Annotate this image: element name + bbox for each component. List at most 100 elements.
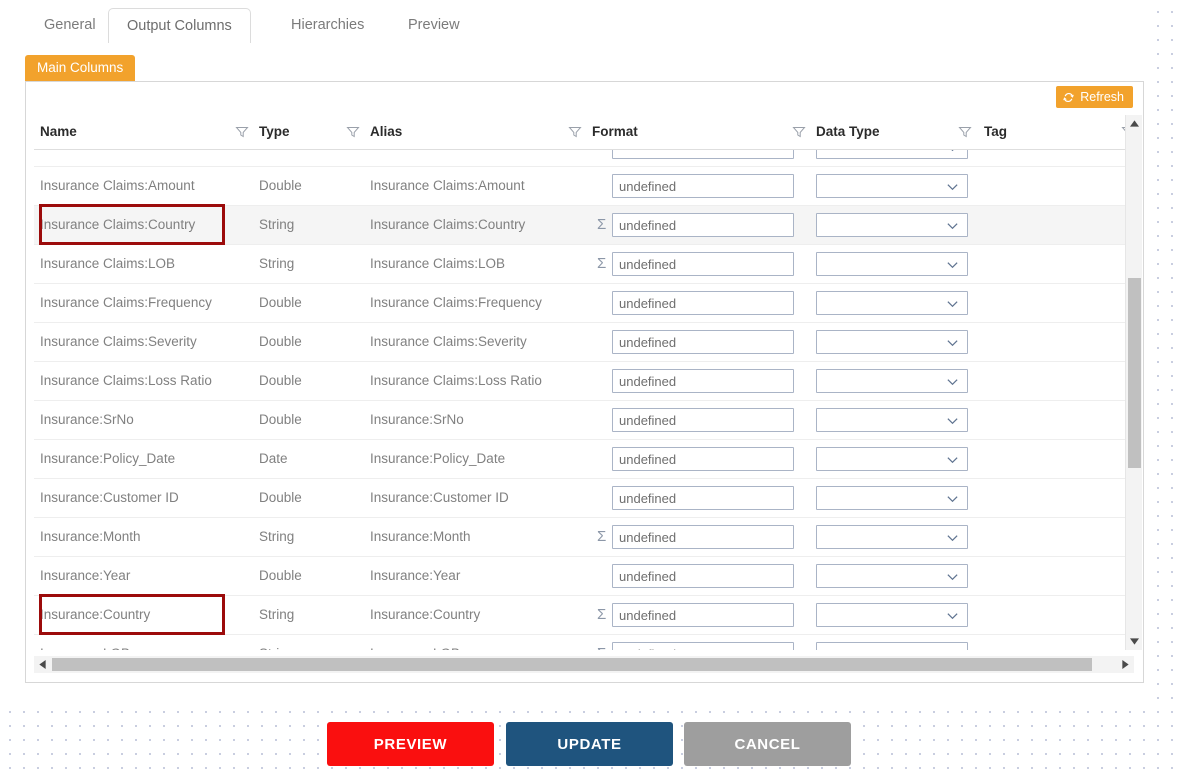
- table-row[interactable]: Insurance Claims:Loss Ratio Double Insuran…: [34, 362, 1134, 401]
- vertical-scrollbar-thumb[interactable]: [1128, 278, 1141, 468]
- table-row[interactable]: Insurance Claims:Severity Double Insurance…: [34, 323, 1134, 362]
- format-input[interactable]: [612, 447, 794, 471]
- format-input[interactable]: [612, 291, 794, 315]
- cell-name: Insurance Claims:Country: [40, 217, 196, 232]
- chevron-down-icon: [946, 375, 959, 388]
- cell-type: Double: [259, 412, 302, 427]
- cell-alias: Insurance Claims:Severity: [370, 334, 527, 349]
- table-row[interactable]: Insurance:Policy_Date Date Insurance:Polic…: [34, 440, 1134, 479]
- column-header-alias[interactable]: Alias: [370, 115, 402, 149]
- format-input[interactable]: [612, 252, 794, 276]
- table-row[interactable]: Insurance:SrNo Double Insurance:SrNo: [34, 401, 1134, 440]
- data-type-select[interactable]: [816, 564, 968, 588]
- tab-preview[interactable]: Preview: [390, 8, 478, 43]
- cell-type: Double: [259, 178, 302, 193]
- cell-alias: Insurance Claims:Loss Ratio: [370, 373, 542, 388]
- format-input[interactable]: [612, 642, 794, 650]
- page-background: General Output Columns Hierarchies Previ…: [0, 0, 1179, 774]
- chevron-down-icon: [946, 180, 959, 193]
- table-row[interactable]: Insurance:Year Double Insurance:Year: [34, 557, 1134, 596]
- data-type-select[interactable]: [816, 408, 968, 432]
- data-type-select[interactable]: [816, 369, 968, 393]
- data-type-select[interactable]: [816, 642, 968, 650]
- dialog-canvas: General Output Columns Hierarchies Previ…: [0, 0, 1152, 700]
- format-input[interactable]: [612, 174, 794, 198]
- data-type-select[interactable]: [816, 525, 968, 549]
- cell-name: Insurance:Policy_Date: [40, 451, 176, 466]
- table-row[interactable]: Insurance Claims:Frequency Double Insuranc…: [34, 284, 1134, 323]
- subtab-main-columns[interactable]: Main Columns: [25, 55, 136, 81]
- data-type-select[interactable]: [816, 252, 968, 276]
- cell-name: Insurance Claims:Amount: [40, 178, 195, 193]
- filter-icon-format[interactable]: [792, 125, 806, 139]
- format-input[interactable]: [612, 408, 794, 432]
- output-columns-panel: Main Columns Refresh Name Type Alias For…: [18, 43, 1152, 688]
- horizontal-scrollbar-thumb[interactable]: [52, 658, 1092, 671]
- table-row[interactable]: Insurance:Country String Insurance:Country…: [34, 596, 1134, 635]
- cell-alias: Insurance Claims:Frequency: [370, 295, 542, 310]
- table-row[interactable]: Insurance Claims:LOB String Insurance Clai…: [34, 245, 1134, 284]
- update-button[interactable]: UPDATE: [506, 722, 673, 766]
- format-input[interactable]: [612, 213, 794, 237]
- cell-type: Double: [259, 295, 302, 310]
- format-input[interactable]: [612, 603, 794, 627]
- data-type-select[interactable]: [816, 447, 968, 471]
- data-type-select[interactable]: [816, 174, 968, 198]
- format-input[interactable]: [612, 150, 794, 159]
- scroll-right-arrow-icon[interactable]: [1117, 656, 1134, 673]
- sigma-icon: Σ: [597, 255, 607, 272]
- column-header-tag[interactable]: Tag: [984, 115, 1007, 149]
- format-input[interactable]: [612, 525, 794, 549]
- table-row[interactable]: Insurance:LOB String Insurance:LOB Σ: [34, 635, 1134, 650]
- cell-type: String: [259, 607, 295, 622]
- horizontal-scrollbar[interactable]: [34, 656, 1134, 673]
- tab-general[interactable]: General: [26, 8, 114, 43]
- cell-alias: Insurance:Month: [370, 529, 471, 544]
- column-header-type[interactable]: Type: [259, 115, 290, 149]
- chevron-down-icon: [946, 609, 959, 622]
- filter-icon-data-type[interactable]: [958, 125, 972, 139]
- preview-button[interactable]: PREVIEW: [327, 722, 494, 766]
- cell-type: Double: [259, 334, 302, 349]
- tab-hierarchies[interactable]: Hierarchies: [273, 8, 382, 43]
- data-type-select[interactable]: [816, 486, 968, 510]
- data-type-select[interactable]: [816, 291, 968, 315]
- vertical-scrollbar[interactable]: [1125, 115, 1142, 650]
- cell-name: Insurance Claims:Frequency: [40, 295, 212, 310]
- refresh-button[interactable]: Refresh: [1056, 86, 1133, 108]
- column-header-format[interactable]: Format: [592, 115, 638, 149]
- format-input[interactable]: [612, 486, 794, 510]
- data-type-select[interactable]: [816, 150, 968, 159]
- column-header-name[interactable]: Name: [40, 115, 77, 149]
- filter-icon-alias[interactable]: [568, 125, 582, 139]
- data-type-select[interactable]: [816, 213, 968, 237]
- data-type-select[interactable]: [816, 330, 968, 354]
- scroll-up-arrow-icon[interactable]: [1126, 115, 1143, 132]
- cell-name: Insurance:Month: [40, 529, 141, 544]
- tab-output-columns[interactable]: Output Columns: [108, 8, 251, 44]
- filter-icon-name[interactable]: [235, 125, 249, 139]
- sigma-icon: Σ: [597, 528, 607, 545]
- scroll-left-arrow-icon[interactable]: [34, 656, 51, 673]
- table-row[interactable]: Insurance Claims:Country String Insurance …: [34, 206, 1134, 245]
- scroll-down-arrow-icon[interactable]: [1126, 633, 1143, 650]
- tab-preview-label: Preview: [408, 17, 460, 33]
- format-input[interactable]: [612, 564, 794, 588]
- cell-type: Double: [259, 490, 302, 505]
- table-row[interactable]: Insurance Claims:Amount Double Insurance C…: [34, 167, 1134, 206]
- table-row[interactable]: Insurance:Month String Insurance:Month Σ: [34, 518, 1134, 557]
- cell-alias: Insurance:Year: [370, 568, 461, 583]
- cancel-button[interactable]: CANCEL: [684, 722, 851, 766]
- filter-icon-type[interactable]: [346, 125, 360, 139]
- column-header-data-type[interactable]: Data Type: [816, 115, 880, 149]
- format-input[interactable]: [612, 330, 794, 354]
- data-type-select[interactable]: [816, 603, 968, 627]
- table-row[interactable]: [34, 150, 1134, 167]
- grid-toolbar: Refresh: [26, 82, 1143, 115]
- chevron-down-icon: [946, 336, 959, 349]
- cell-type: String: [259, 529, 295, 544]
- sigma-icon: Σ: [597, 606, 607, 623]
- cell-name: Insurance:Country: [40, 607, 151, 622]
- format-input[interactable]: [612, 369, 794, 393]
- table-row[interactable]: Insurance:Customer ID Double Insurance:Cus…: [34, 479, 1134, 518]
